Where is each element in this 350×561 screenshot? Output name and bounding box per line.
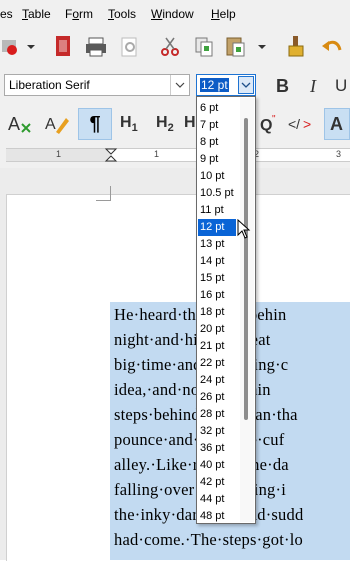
ruler-number: 1	[56, 149, 62, 159]
font-size-option[interactable]: 20 pt	[198, 321, 236, 338]
font-size-option[interactable]: 6 pt	[198, 100, 236, 117]
menu-item-help[interactable]: Help	[211, 7, 236, 21]
cut-icon[interactable]	[158, 36, 182, 58]
svg-text:I: I	[309, 76, 317, 96]
ruler-number: 3	[336, 149, 342, 159]
svg-text:A: A	[45, 116, 56, 133]
character-style-icon: A	[330, 114, 343, 134]
underline-icon[interactable]: U	[334, 76, 350, 96]
mouse-pointer-icon	[237, 219, 251, 239]
font-size-option[interactable]: 21 pt	[198, 338, 236, 355]
font-size-option[interactable]: 36 pt	[198, 440, 236, 457]
font-size-option[interactable]: 12 pt	[198, 219, 236, 236]
svg-text:</: </	[288, 116, 300, 132]
font-name-value: Liberation Serif	[9, 78, 90, 92]
copy-icon[interactable]	[192, 36, 216, 58]
font-name-dropdown-button[interactable]	[170, 75, 189, 95]
svg-text:A: A	[8, 114, 20, 134]
svg-text:Q: Q	[260, 117, 272, 134]
undo-icon[interactable]	[320, 36, 344, 58]
styles-toolbar: A A Q " </ > A	[0, 104, 350, 144]
font-size-option[interactable]: 14 pt	[198, 253, 236, 270]
font-size-option[interactable]: 28 pt	[198, 406, 236, 423]
insert-special-icon[interactable]	[0, 36, 26, 60]
chevron-down-icon[interactable]	[26, 42, 36, 52]
quotation-style-icon[interactable]: Q "	[260, 112, 280, 136]
print-icon[interactable]	[84, 36, 108, 58]
clone-formatting-icon[interactable]	[284, 34, 308, 60]
horizontal-ruler[interactable]: 1 1 2 3	[6, 148, 350, 162]
font-size-option[interactable]: 48 pt	[198, 508, 236, 523]
font-size-option[interactable]: 44 pt	[198, 491, 236, 508]
svg-text:": "	[272, 114, 276, 125]
font-size-option[interactable]: 42 pt	[198, 474, 236, 491]
menu-item-table[interactable]: Table	[22, 7, 51, 21]
menu-item-styles[interactable]: es	[0, 7, 13, 21]
font-size-dropdown-list[interactable]: 6 pt 7 pt 8 pt 9 pt 10 pt 10.5 pt 11 pt 12 pt 13…	[196, 96, 256, 524]
font-size-option[interactable]: 22 pt	[198, 355, 236, 372]
font-size-dropdown-button[interactable]	[238, 76, 254, 94]
heading-1-button[interactable]: H1	[120, 114, 138, 134]
italic-icon[interactable]: I	[308, 76, 322, 96]
font-size-option[interactable]: 9 pt	[198, 151, 236, 168]
font-size-option[interactable]: 10 pt	[198, 168, 236, 185]
svg-text:B: B	[276, 76, 289, 96]
dropdown-scrollbar[interactable]	[240, 98, 254, 522]
font-size-option[interactable]: 13 pt	[198, 236, 236, 253]
code-style-icon[interactable]: </ >	[288, 114, 312, 134]
heading-3-button[interactable]: H	[184, 114, 196, 132]
font-size-option[interactable]: 40 pt	[198, 457, 236, 474]
menu-bar: es Table Form Tools Window Help	[0, 0, 350, 28]
font-size-option[interactable]: 16 pt	[198, 287, 236, 304]
font-size-value[interactable]: 12 pt	[200, 78, 229, 92]
font-size-option[interactable]: 32 pt	[198, 423, 236, 440]
highlight-icon[interactable]: A	[44, 112, 70, 136]
font-size-option[interactable]: 18 pt	[198, 304, 236, 321]
svg-text:A: A	[330, 114, 343, 134]
clear-formatting-icon[interactable]: A	[6, 112, 34, 136]
font-size-option[interactable]: 8 pt	[198, 134, 236, 151]
print-preview-icon[interactable]	[118, 36, 142, 58]
bold-icon[interactable]: B	[274, 76, 292, 96]
paste-icon[interactable]	[224, 34, 248, 58]
pilcrow-icon: ¶	[89, 113, 101, 135]
menu-item-form[interactable]: Form	[65, 7, 93, 21]
menu-item-window[interactable]: Window	[151, 7, 194, 21]
menu-item-tools[interactable]: Tools	[108, 7, 136, 21]
character-style-button[interactable]: A	[324, 108, 350, 140]
paragraph-marks-button[interactable]: ¶	[78, 108, 112, 140]
font-size-option[interactable]: 7 pt	[198, 117, 236, 134]
font-size-option[interactable]: 10.5 pt	[198, 185, 236, 202]
chevron-down-icon	[241, 82, 251, 88]
page-margin-corner	[96, 186, 111, 201]
heading-2-button[interactable]: H2	[156, 114, 174, 134]
chevron-down-icon	[175, 82, 185, 88]
svg-text:>: >	[303, 116, 311, 132]
font-name-field[interactable]: Liberation Serif	[4, 74, 190, 96]
font-size-option[interactable]: 26 pt	[198, 389, 236, 406]
indent-marker-icon[interactable]	[104, 148, 118, 162]
font-size-option[interactable]: 24 pt	[198, 372, 236, 389]
text-line: had·come.·The·steps·got·lo	[114, 530, 303, 549]
chevron-down-icon[interactable]	[257, 42, 267, 52]
ruler-number: 1	[154, 149, 160, 159]
scrollbar-thumb[interactable]	[244, 118, 248, 420]
font-size-option[interactable]: 15 pt	[198, 270, 236, 287]
font-size-field[interactable]: 12 pt	[196, 74, 256, 96]
export-pdf-icon[interactable]	[52, 34, 74, 60]
standard-toolbar	[0, 28, 350, 68]
svg-text:U: U	[335, 76, 347, 95]
font-size-option[interactable]: 11 pt	[198, 202, 236, 219]
